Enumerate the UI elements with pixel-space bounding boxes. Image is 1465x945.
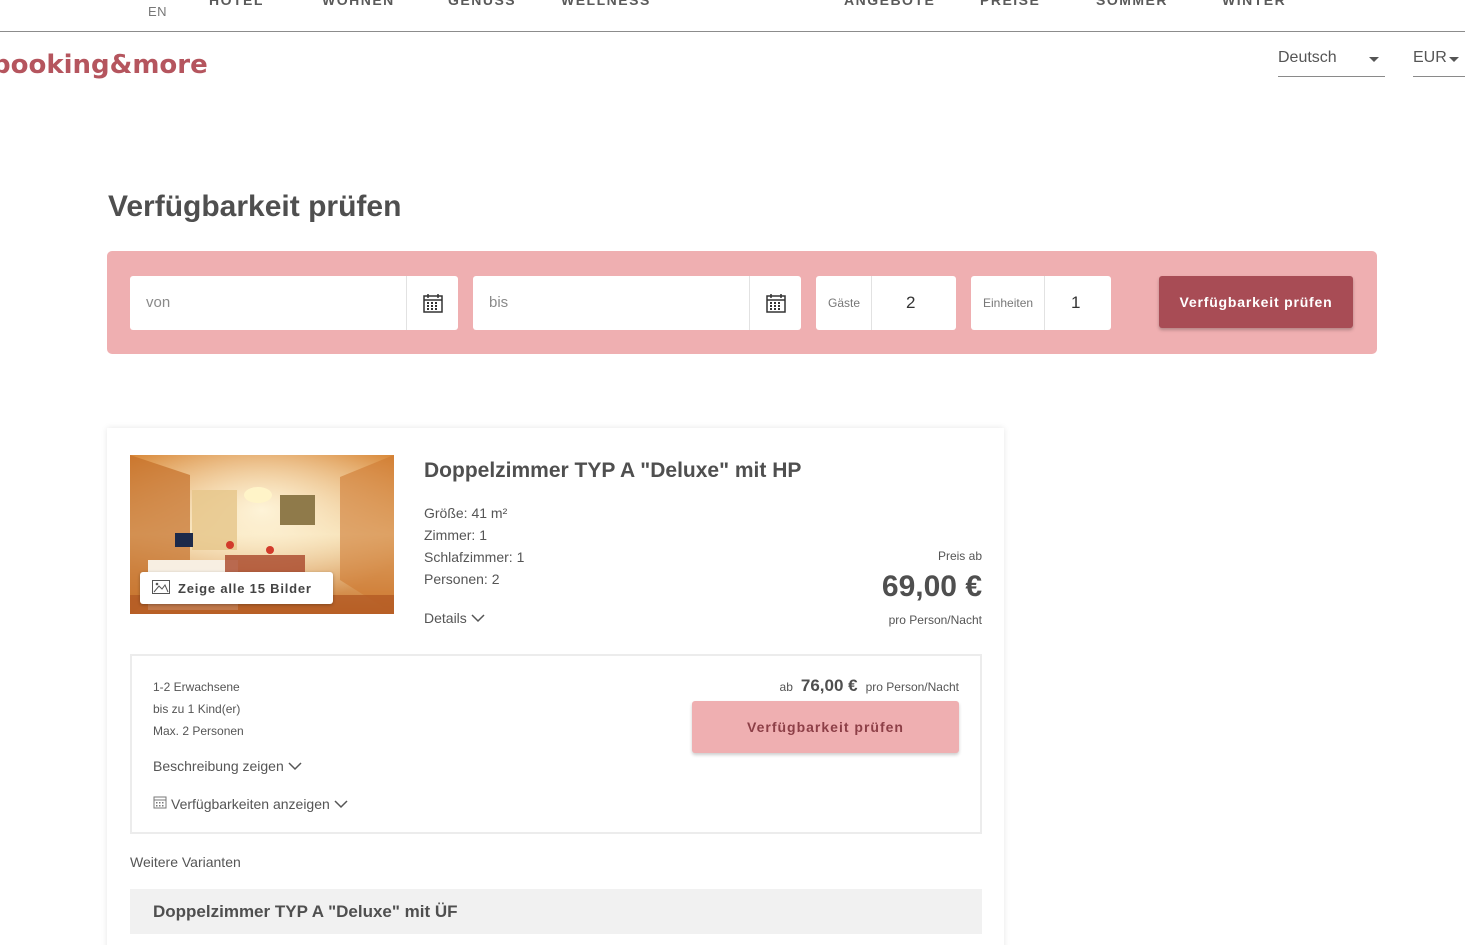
room-price: 69,00 € bbox=[881, 570, 982, 603]
language-link-en[interactable]: EN bbox=[148, 4, 167, 19]
date-to-field[interactable]: bis bbox=[473, 276, 801, 330]
occupancy-children: bis zu 1 Kind(er) bbox=[153, 702, 241, 716]
show-availability-toggle[interactable]: Verfügbarkeiten anzeigen bbox=[153, 795, 348, 812]
calendar-icon bbox=[153, 795, 167, 812]
chevron-down-icon bbox=[1449, 57, 1459, 62]
calendar-icon[interactable] bbox=[406, 276, 458, 330]
room-spec-persons: Personen: 2 bbox=[424, 571, 500, 587]
units-value[interactable]: 1 bbox=[1071, 293, 1080, 313]
variant-title[interactable]: Doppelzimmer TYP A "Deluxe" mit ÜF bbox=[130, 889, 982, 934]
chevron-down-icon bbox=[1369, 57, 1379, 62]
show-all-photos-button[interactable]: Zeige alle 15 Bilder bbox=[140, 572, 333, 604]
guests-label: Gäste bbox=[816, 276, 872, 330]
nav-item-genuss[interactable]: GENUSS bbox=[448, 0, 516, 8]
occupancy-max: Max. 2 Personen bbox=[153, 724, 244, 738]
more-variants-label: Weitere Varianten bbox=[130, 854, 241, 870]
calendar-icon[interactable] bbox=[749, 276, 801, 330]
price-from-label: Preis ab bbox=[937, 549, 982, 563]
guests-field[interactable]: Gäste 2 bbox=[816, 276, 956, 330]
logo[interactable]: booking&more bbox=[0, 50, 208, 80]
availability-search-bar: von bis Gäste 2 Einheiten 1 Verfügbarkei… bbox=[107, 251, 1377, 354]
chevron-down-icon bbox=[471, 610, 485, 626]
variant-price: ab 76,00 € pro Person/Nacht bbox=[780, 676, 959, 696]
show-all-photos-label: Zeige alle 15 Bilder bbox=[178, 580, 312, 596]
nav-item-sommer[interactable]: SOMMER bbox=[1096, 0, 1168, 8]
occupancy-adults: 1-2 Erwachsene bbox=[153, 680, 240, 694]
details-label: Details bbox=[424, 610, 467, 626]
date-from-field[interactable]: von bbox=[130, 276, 458, 330]
show-availability-label: Verfügbarkeiten anzeigen bbox=[171, 795, 330, 812]
show-description-toggle[interactable]: Beschreibung zeigen bbox=[153, 758, 302, 774]
currency-select-value: EUR bbox=[1413, 49, 1447, 66]
room-spec-bedrooms: Schlafzimmer: 1 bbox=[424, 549, 525, 565]
variant-price-unit: pro Person/Nacht bbox=[865, 680, 959, 694]
units-field[interactable]: Einheiten 1 bbox=[971, 276, 1111, 330]
variant-price-prefix: ab bbox=[779, 680, 793, 694]
language-select[interactable]: Deutsch bbox=[1278, 44, 1385, 77]
nav-item-preise[interactable]: PREISE bbox=[980, 0, 1040, 8]
nav-item-wellness[interactable]: WELLNESS bbox=[561, 0, 651, 8]
variant-check-availability-button[interactable]: Verfügbarkeit prüfen bbox=[692, 701, 959, 753]
variant-price-amount: 76,00 € bbox=[800, 676, 858, 695]
room-title: Doppelzimmer TYP A "Deluxe" mit HP bbox=[424, 459, 802, 482]
room-spec-rooms: Zimmer: 1 bbox=[424, 527, 487, 543]
room-spec-size: Größe: 41 m² bbox=[424, 505, 508, 521]
nav-item-angebote[interactable]: ANGEBOTE bbox=[844, 0, 935, 8]
room-card: Zeige alle 15 Bilder Doppelzimmer TYP A … bbox=[107, 428, 1004, 945]
image-icon bbox=[152, 579, 170, 597]
rate-variant: 1-2 Erwachsene bis zu 1 Kind(er) Max. 2 … bbox=[130, 654, 982, 834]
price-unit: pro Person/Nacht bbox=[888, 613, 982, 627]
chevron-down-icon bbox=[288, 758, 302, 774]
guests-value[interactable]: 2 bbox=[906, 293, 915, 313]
details-toggle[interactable]: Details bbox=[424, 610, 485, 626]
nav-item-hotel[interactable]: HOTEL bbox=[209, 0, 264, 8]
chevron-down-icon bbox=[334, 796, 348, 812]
date-to-placeholder: bis bbox=[489, 294, 509, 311]
language-select-value: Deutsch bbox=[1278, 49, 1337, 66]
show-description-label: Beschreibung zeigen bbox=[153, 758, 284, 774]
date-from-placeholder: von bbox=[146, 294, 171, 311]
nav-item-wohnen[interactable]: WOHNEN bbox=[322, 0, 395, 8]
nav-item-winter[interactable]: WINTER bbox=[1222, 0, 1286, 8]
currency-select[interactable]: EUR bbox=[1413, 44, 1465, 77]
room-photo[interactable]: Zeige alle 15 Bilder bbox=[130, 455, 394, 614]
units-label: Einheiten bbox=[971, 276, 1045, 330]
check-availability-button[interactable]: Verfügbarkeit prüfen bbox=[1159, 276, 1353, 328]
top-navigation: EN HOTEL WOHNEN GENUSS WELLNESS ANGEBOTE… bbox=[0, 0, 1465, 32]
page-title: Verfügbarkeit prüfen bbox=[108, 190, 402, 223]
